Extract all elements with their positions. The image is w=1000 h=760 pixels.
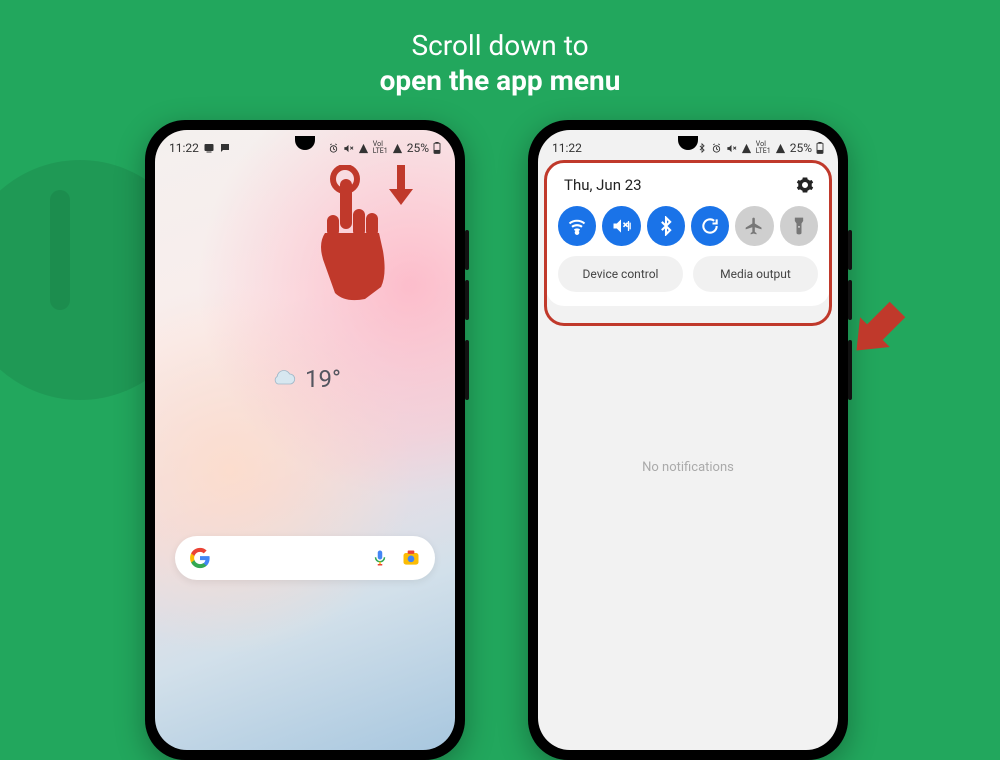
headline: Scroll down to open the app menu xyxy=(0,28,1000,98)
notification-shade: Thu, Jun 23 xyxy=(546,162,830,306)
message-icon xyxy=(203,142,215,154)
phone-mockup-shade: 11:22 VoILTE1 25% Thu, Jun 23 xyxy=(528,120,848,760)
airplane-icon xyxy=(744,216,764,236)
gear-icon[interactable] xyxy=(796,176,814,194)
status-time: 11:22 xyxy=(169,141,199,155)
temperature: 19° xyxy=(305,365,341,393)
alarm-icon xyxy=(328,143,339,154)
battery-icon xyxy=(816,142,824,154)
quick-settings-buttons: Device control Media output xyxy=(558,256,818,292)
mute-vibrate-icon xyxy=(611,216,631,236)
headline-line1: Scroll down to xyxy=(0,28,1000,63)
mic-icon[interactable] xyxy=(371,549,389,567)
no-notifications-text: No notifications xyxy=(538,460,838,475)
shade-date: Thu, Jun 23 xyxy=(564,176,642,194)
signal-icon xyxy=(392,143,403,154)
signal-icon xyxy=(775,143,786,154)
volume-up-button xyxy=(848,230,852,270)
cloud-icon xyxy=(269,369,297,389)
battery-pct: 25% xyxy=(407,141,429,155)
lte-label: VoILTE1 xyxy=(756,141,771,155)
sms-icon xyxy=(219,142,231,154)
sync-icon xyxy=(700,216,720,236)
bluetooth-icon xyxy=(697,142,707,154)
lte-label: VoILTE1 xyxy=(373,141,388,155)
power-button xyxy=(465,340,469,400)
status-time: 11:22 xyxy=(552,141,582,155)
battery-icon xyxy=(433,142,441,154)
mute-icon xyxy=(343,143,354,154)
airplane-tile[interactable] xyxy=(735,206,773,246)
flashlight-tile[interactable] xyxy=(780,206,818,246)
sync-tile[interactable] xyxy=(691,206,729,246)
device-control-button[interactable]: Device control xyxy=(558,256,683,292)
bluetooth-tile[interactable] xyxy=(647,206,685,246)
weather-widget[interactable]: 19° xyxy=(269,365,341,393)
phone-mockup-home: 11:22 VoILTE1 25% 19° xyxy=(145,120,465,760)
phone-screen: 11:22 VoILTE1 25% Thu, Jun 23 xyxy=(538,130,838,750)
bluetooth-icon xyxy=(656,216,676,236)
wifi-tile[interactable] xyxy=(558,206,596,246)
media-output-button[interactable]: Media output xyxy=(693,256,818,292)
phone-screen: 11:22 VoILTE1 25% 19° xyxy=(155,130,455,750)
media-output-label: Media output xyxy=(720,267,791,281)
battery-pct: 25% xyxy=(790,141,812,155)
headline-line2: open the app menu xyxy=(0,63,1000,98)
swipe-gesture-icon xyxy=(295,165,405,305)
arrow-down-icon xyxy=(389,165,413,205)
alarm-icon xyxy=(711,143,722,154)
signal-icon xyxy=(358,143,369,154)
camera-icon[interactable] xyxy=(401,548,421,568)
volume-up-button xyxy=(465,230,469,270)
wifi-icon xyxy=(567,216,587,236)
google-logo-icon xyxy=(189,547,211,569)
signal-icon xyxy=(741,143,752,154)
background-shape xyxy=(50,190,70,310)
device-control-label: Device control xyxy=(583,267,659,281)
mute-tile[interactable] xyxy=(602,206,640,246)
callout-arrow-icon xyxy=(842,295,912,369)
quick-settings-row xyxy=(558,204,818,256)
mute-icon xyxy=(726,143,737,154)
flashlight-icon xyxy=(789,216,809,236)
shade-header: Thu, Jun 23 xyxy=(558,174,818,204)
volume-down-button xyxy=(465,280,469,320)
google-search-bar[interactable] xyxy=(175,536,435,580)
